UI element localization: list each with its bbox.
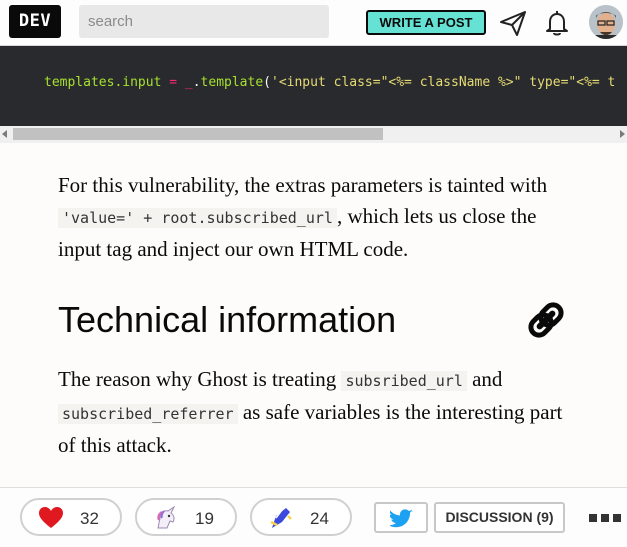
link-anchor-icon[interactable] — [524, 298, 568, 342]
write-post-button[interactable]: WRITE A POST — [366, 10, 486, 35]
bookmark-button[interactable]: 24 — [250, 498, 352, 536]
scroll-right-arrow-icon[interactable] — [620, 130, 625, 138]
scroll-left-arrow-icon[interactable] — [2, 130, 7, 138]
code-token: _ — [184, 75, 193, 90]
code-token: '<input class="<%= className %>" type="<… — [271, 75, 616, 90]
twitter-icon — [390, 509, 413, 528]
like-button[interactable]: 32 — [20, 498, 122, 536]
unicorn-button[interactable]: 19 — [135, 498, 237, 536]
more-options-icon[interactable] — [589, 514, 621, 522]
top-nav-bar: DEV WRITE A POST — [0, 0, 627, 46]
dev-logo[interactable]: DEV — [9, 5, 61, 38]
like-count: 32 — [80, 509, 99, 528]
inline-code: subscribed_referrer — [58, 404, 238, 424]
bell-icon[interactable] — [542, 8, 572, 38]
code-line: templates.input = _.template('<input cla… — [44, 75, 615, 90]
code-token: ( — [263, 75, 271, 90]
discussion-button[interactable]: DISCUSSION (9) — [434, 502, 565, 533]
inline-code: 'value=' + root.subscribed_url — [58, 208, 337, 228]
code-token: . — [192, 75, 201, 90]
search-input[interactable] — [79, 5, 329, 38]
paragraph-text: The reason why Ghost is treating — [58, 367, 342, 391]
code-token: = — [169, 75, 178, 90]
heart-icon — [39, 507, 63, 528]
twitter-share-button[interactable] — [374, 502, 428, 533]
paragraph-text: and — [466, 367, 503, 391]
paragraph-vulnerability: For this vulnerability, the extras param… — [58, 170, 568, 265]
inline-code: subsribed_url — [341, 371, 467, 391]
unicorn-icon — [157, 506, 176, 529]
reactions-bar: 32 19 24 DISCUSSION (9) — [0, 487, 627, 547]
paper-plane-icon[interactable] — [498, 8, 528, 38]
code-token: template — [200, 75, 264, 90]
code-token: templates.input — [44, 75, 162, 90]
paragraph-reason: The reason why Ghost is treating subsrib… — [58, 364, 568, 461]
scrollbar-thumb[interactable] — [13, 128, 383, 140]
avatar[interactable] — [589, 5, 623, 39]
code-horizontal-scrollbar[interactable] — [0, 126, 627, 143]
unicorn-count: 19 — [195, 509, 214, 528]
bookmark-ribbon-icon — [270, 508, 292, 528]
paragraph-text: For this vulnerability, the extras param… — [58, 173, 548, 197]
bookmark-count: 24 — [310, 509, 329, 528]
section-heading: Technical information — [58, 299, 397, 340]
code-block: templates.input = _.template('<input cla… — [0, 46, 627, 126]
